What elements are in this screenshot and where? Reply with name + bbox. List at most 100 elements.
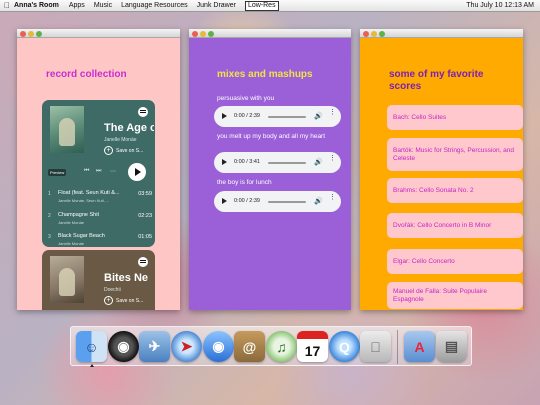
track-artist: Janelle Monáe xyxy=(58,220,85,225)
album-artist[interactable]: Janelle Monáe xyxy=(104,137,137,143)
track-duration: 01:05 xyxy=(138,234,152,240)
dashboard-icon[interactable]: ◉ xyxy=(108,331,139,362)
address-book-icon[interactable]: @ xyxy=(234,331,265,362)
dock: ☺ ◉ ✈ ➤ ◉ @ ♫ 17 Q  A ▤ xyxy=(70,326,472,367)
spotify-embed-album-1[interactable]: The Age o Janelle Monáe + Save on S... P… xyxy=(42,100,155,247)
lowres-toggle[interactable]: Low-Res xyxy=(244,0,279,11)
album-title[interactable]: Bites Ne xyxy=(104,272,154,284)
menu-language-resources[interactable]: Language Resources xyxy=(121,2,188,9)
spotify-icon[interactable] xyxy=(138,107,148,117)
page-title: some of my favorite scores xyxy=(389,69,484,92)
apple-icon[interactable]:  xyxy=(0,1,14,10)
ical-icon[interactable]: 17 xyxy=(297,331,328,362)
track-duration: 03:59 xyxy=(138,191,152,197)
track-row[interactable]: 3 Black Sugar Beach Janelle Monáe 01:05 xyxy=(48,231,152,247)
score-link[interactable]: Dvořák: Cello Concerto in B Minor xyxy=(387,213,523,238)
page-title: record collection xyxy=(46,69,127,80)
album-artist[interactable]: Doechii xyxy=(104,287,121,293)
add-icon[interactable]: + xyxy=(104,296,113,305)
trash-icon[interactable]: ▤ xyxy=(436,331,467,362)
audio-player[interactable]: 0:00 / 2:39 🔊 ⋮ xyxy=(214,106,341,127)
window-titlebar[interactable] xyxy=(17,29,180,38)
window-content: mixes and mashups persuasive with you 0:… xyxy=(189,38,351,310)
track-row[interactable]: 2 Champagne Shit Janelle Monáe 02:23 xyxy=(48,210,152,230)
volume-icon[interactable]: 🔊 xyxy=(314,112,323,120)
scores-window: some of my favorite scores Bach: Cello S… xyxy=(360,29,523,310)
audio-seek-bar[interactable] xyxy=(268,116,306,118)
minimize-button[interactable] xyxy=(28,30,34,37)
volume-icon[interactable]: 🔊 xyxy=(314,158,323,166)
track-number: 2 xyxy=(48,213,51,219)
applications-folder-icon[interactable]: A xyxy=(404,331,435,362)
add-icon[interactable]: + xyxy=(104,146,113,155)
menubar-clock: Thu July 10 12:13 AM xyxy=(466,2,534,9)
audio-player[interactable]: 0:00 / 3:41 🔊 ⋮ xyxy=(214,152,341,173)
minimize-button[interactable] xyxy=(200,30,206,37)
itunes-icon[interactable]: ♫ xyxy=(266,331,297,362)
more-options-icon[interactable]: ⋮ xyxy=(329,194,336,201)
menu-junk-drawer[interactable]: Junk Drawer xyxy=(197,2,236,9)
score-link[interactable]: Elgar: Cello Concerto xyxy=(387,249,523,274)
zoom-button[interactable] xyxy=(208,30,214,37)
spotify-embed-album-2[interactable]: Bites Ne Doechii + Save on S... xyxy=(42,250,155,310)
window-titlebar[interactable] xyxy=(360,29,523,38)
zoom-button[interactable] xyxy=(379,30,385,37)
minimize-button[interactable] xyxy=(371,30,377,37)
album-title[interactable]: The Age o xyxy=(104,122,154,134)
track-artist: Janelle Monáe, Seun Kuti, ... xyxy=(58,198,110,203)
play-icon[interactable] xyxy=(222,198,227,204)
menu-apps[interactable]: Apps xyxy=(69,2,85,9)
next-track-icon[interactable]: ⏭ xyxy=(96,168,101,175)
play-button[interactable] xyxy=(128,163,146,181)
zoom-button[interactable] xyxy=(36,30,42,37)
track-name[interactable]: Black Sugar Beach xyxy=(58,233,126,239)
track-name[interactable]: Champagne Shit xyxy=(58,212,126,218)
spotify-icon[interactable] xyxy=(138,257,148,267)
close-button[interactable] xyxy=(192,30,198,37)
audio-time: 0:00 / 2:39 xyxy=(234,113,260,119)
close-button[interactable] xyxy=(20,30,26,37)
mix-label: persuasive with you xyxy=(217,95,275,102)
score-link[interactable]: Bach: Cello Suites xyxy=(387,105,523,130)
track-artist: Janelle Monáe xyxy=(58,241,85,246)
track-number: 1 xyxy=(48,191,51,197)
more-options-icon[interactable]: ⋮ xyxy=(329,109,336,116)
window-content: record collection The Age o Janelle Moná… xyxy=(17,38,180,310)
score-link[interactable]: Brahms: Cello Sonata No. 2 xyxy=(387,178,523,203)
safari-icon[interactable]: ➤ xyxy=(171,331,202,362)
volume-icon[interactable]: 🔊 xyxy=(314,197,323,205)
mix-label: you melt up my body and all my heart xyxy=(217,133,326,140)
score-link[interactable]: Manuel de Falla: Suite Populaire Espagno… xyxy=(387,282,523,309)
page-title: mixes and mashups xyxy=(217,69,313,80)
audio-seek-bar[interactable] xyxy=(268,201,306,203)
menu-music[interactable]: Music xyxy=(94,2,112,9)
mail-icon[interactable]: ✈ xyxy=(139,331,170,362)
window-titlebar[interactable] xyxy=(189,29,351,38)
quicktime-icon[interactable]: Q xyxy=(329,331,360,362)
play-icon[interactable] xyxy=(222,159,227,165)
previous-track-icon[interactable]: ⏮ xyxy=(84,168,89,175)
save-on-spotify-button[interactable]: Save on S... xyxy=(116,298,152,304)
app-name-menu[interactable]: Anna's Room xyxy=(14,2,59,9)
preview-badge: Preview xyxy=(48,169,67,176)
album-cover[interactable] xyxy=(50,256,84,303)
mixes-window: mixes and mashups persuasive with you 0:… xyxy=(189,29,351,310)
system-preferences-icon[interactable]:  xyxy=(360,331,391,362)
play-icon[interactable] xyxy=(222,113,227,119)
audio-time: 0:00 / 2:39 xyxy=(234,198,260,204)
audio-time: 0:00 / 3:41 xyxy=(234,159,260,165)
save-on-spotify-button[interactable]: Save on S... xyxy=(116,148,152,154)
record-collection-window: record collection The Age o Janelle Moná… xyxy=(17,29,180,310)
score-link[interactable]: Bartók: Music for Strings, Percussion, a… xyxy=(387,138,523,171)
more-options-icon[interactable]: ⋮ xyxy=(329,155,336,162)
close-button[interactable] xyxy=(363,30,369,37)
dock-separator xyxy=(397,330,398,364)
ichat-icon[interactable]: ◉ xyxy=(203,331,234,362)
more-options-icon[interactable]: ⋯ xyxy=(110,168,116,175)
track-row[interactable]: 1 Float (feat. Seun Kuti &... Janelle Mo… xyxy=(48,188,152,208)
finder-icon[interactable]: ☺ xyxy=(76,331,107,362)
track-name[interactable]: Float (feat. Seun Kuti &... xyxy=(58,190,126,196)
audio-player[interactable]: 0:00 / 2:39 🔊 ⋮ xyxy=(214,191,341,212)
audio-seek-bar[interactable] xyxy=(268,162,306,164)
album-cover[interactable] xyxy=(50,106,84,153)
